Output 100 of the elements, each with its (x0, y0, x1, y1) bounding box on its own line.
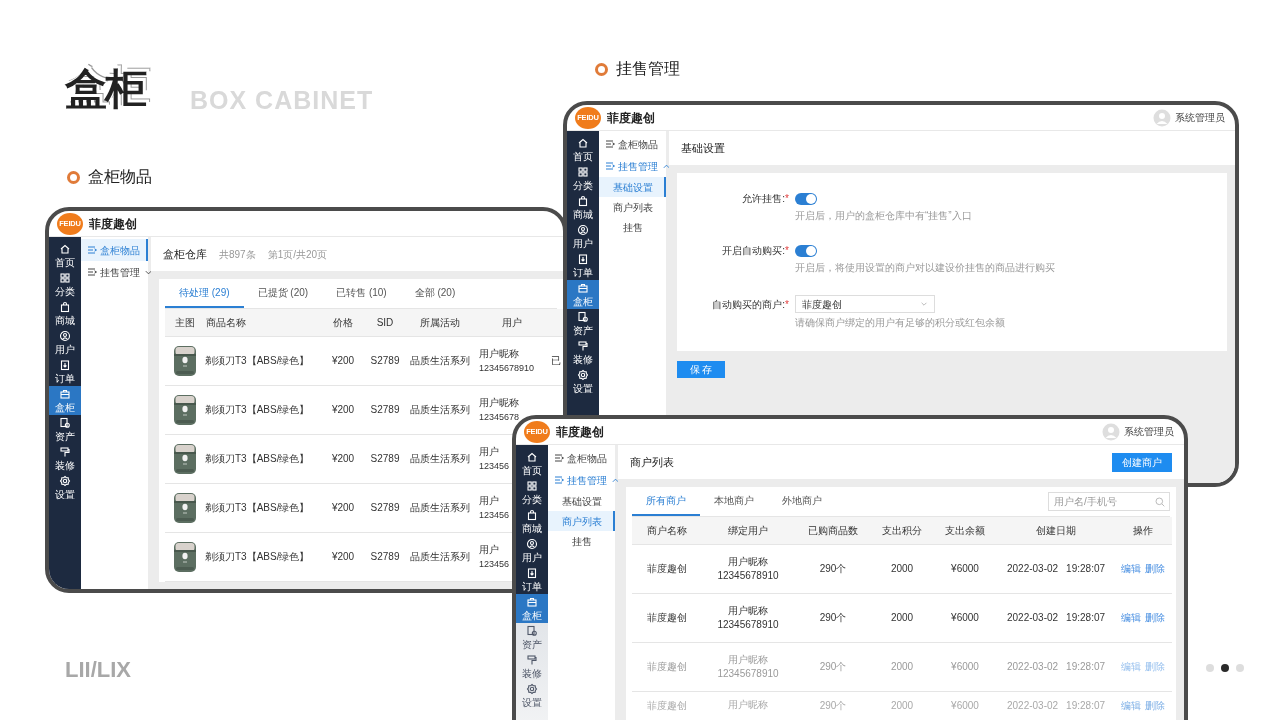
section-heading: 盒柜物品 (88, 167, 152, 187)
settings-icon (59, 475, 71, 487)
column-header: 绑定用户 (702, 517, 794, 544)
nav-item[interactable]: 设置 (49, 473, 81, 502)
table-cell: 290个 (794, 642, 872, 691)
user-name: 系统管理员 (1175, 111, 1225, 125)
column-header: 创建日期 (998, 517, 1114, 544)
nav-item[interactable]: 订单 (567, 251, 599, 280)
table-cell: 290个 (794, 691, 872, 720)
user-icon (59, 330, 71, 342)
nav-item[interactable]: 商城 (567, 193, 599, 222)
table-cell: 2000 (872, 593, 932, 642)
list-icon (605, 138, 615, 150)
nav-item[interactable]: 设置 (516, 681, 548, 710)
nav-item[interactable]: 装修 (567, 338, 599, 367)
menu-item[interactable]: 盒柜物品 (548, 447, 615, 469)
time-text: 19:28:07 (1066, 660, 1106, 674)
search-icon (1155, 496, 1165, 507)
nav-item[interactable]: 资产 (516, 623, 548, 652)
page-number: LII/LIX (65, 659, 131, 681)
search-field[interactable]: 用户名/手机号 (1048, 492, 1170, 511)
nav-item[interactable]: 资产 (49, 415, 81, 444)
column-header: 主图 (165, 309, 205, 336)
pager-dot[interactable] (1206, 664, 1214, 672)
tab[interactable]: 本地商户 (700, 487, 768, 516)
nav-item[interactable]: 商城 (49, 299, 81, 328)
menu-item[interactable]: 挂售管理 (81, 261, 148, 283)
menu-item[interactable]: 挂售管理 (599, 155, 666, 177)
nav-item[interactable]: 装修 (49, 444, 81, 473)
table-cell: 品质生活系列 (407, 532, 473, 581)
grid-icon (526, 480, 538, 492)
nav-item[interactable]: 分类 (567, 164, 599, 193)
nav-item[interactable]: 资产 (567, 309, 599, 338)
table-cell: 剃须刀T3【ABS/绿色】 (205, 483, 323, 532)
time-text: 19:28:07 (1066, 562, 1106, 576)
tab[interactable]: 已转售 (10) (322, 279, 401, 308)
table-cell: 用户昵称 (702, 691, 794, 720)
nav-item[interactable]: 首页 (49, 241, 81, 270)
time-text: 19:28:07 (1066, 698, 1106, 713)
table-cell: S2789 (363, 434, 407, 483)
table-cell: S2789 (363, 532, 407, 581)
section-heading: 挂售管理 (616, 59, 680, 79)
table-cell: 菲度趣创 (632, 544, 702, 593)
toggle-switch[interactable] (795, 244, 817, 257)
table-cell: 2000 (872, 544, 932, 593)
column-header: 所属活动 (407, 309, 473, 336)
nav-item[interactable]: 首页 (516, 449, 548, 478)
column-header: 已购商品数 (794, 517, 872, 544)
column-header: 用户 (473, 309, 551, 336)
toggle-switch[interactable] (795, 192, 817, 205)
nav-item[interactable]: 用户 (567, 222, 599, 251)
nav-item[interactable]: 分类 (49, 270, 81, 299)
table-cell: ¥200 (323, 336, 363, 385)
nav-item[interactable]: 设置 (567, 367, 599, 396)
paint-roller-icon (526, 654, 538, 666)
date-text: 2022-03-02 (1006, 660, 1059, 674)
list-icon (605, 160, 615, 172)
tab[interactable]: 已提货 (20) (243, 279, 323, 308)
table-cell: 2000 (872, 691, 932, 720)
menu-item[interactable]: 盒柜物品 (81, 239, 148, 261)
table-cell: S2789 (363, 385, 407, 434)
table-cell: 用户昵称 12345678910 (702, 642, 794, 691)
nav-item[interactable]: 盒柜 (567, 280, 599, 309)
paint-roller-icon (577, 340, 589, 352)
menu-item[interactable]: 盒柜物品 (599, 133, 666, 155)
tab[interactable]: 全部 (20) (400, 279, 470, 308)
nav-item[interactable]: 首页 (567, 135, 599, 164)
ring-icon (595, 62, 608, 76)
nav-item[interactable]: 装修 (516, 652, 548, 681)
action-link[interactable]: 编辑 (1121, 563, 1141, 574)
menu-item[interactable]: 基础设置 (599, 177, 666, 197)
required-mark: * (785, 297, 789, 312)
action-link[interactable]: 删除 (1145, 563, 1165, 574)
menu-item[interactable]: 挂售管理 (548, 469, 615, 491)
action-link[interactable]: 编辑 (1121, 612, 1141, 623)
table-cell: 剃须刀T3【ABS/绿色】 (205, 385, 323, 434)
table-cell: ¥6000 (932, 593, 998, 642)
table-cell: 菲度趣创 (632, 691, 702, 720)
clipboard-icon (577, 253, 589, 265)
pager-dot[interactable] (1236, 664, 1244, 672)
menu-item[interactable]: 商户列表 (599, 197, 666, 217)
tab[interactable]: 外地商户 (768, 487, 836, 516)
menu-item[interactable]: 基础设置 (548, 491, 615, 511)
date-text: 2022-03-02 (1006, 611, 1059, 625)
bag-icon (577, 195, 589, 207)
menu-item[interactable]: 挂售 (599, 217, 666, 237)
pager-dot[interactable] (1221, 664, 1229, 672)
menu-item[interactable]: 商户列表 (548, 511, 615, 531)
home-icon (59, 243, 71, 255)
nav-item[interactable]: 盒柜 (516, 594, 548, 623)
app-name: 菲度趣创 (556, 423, 604, 441)
nav-item[interactable]: 盒柜 (49, 386, 81, 415)
nav-item[interactable]: 订单 (49, 357, 81, 386)
select-field[interactable]: 菲度趣创 (795, 295, 935, 313)
avatar-icon (1153, 108, 1171, 127)
action-link[interactable]: 删除 (1145, 612, 1165, 623)
nav-item[interactable]: 用户 (516, 536, 548, 565)
nav-item[interactable]: 用户 (49, 328, 81, 357)
column-header: 支出积分 (872, 517, 932, 544)
menu-item[interactable]: 挂售 (548, 531, 615, 551)
